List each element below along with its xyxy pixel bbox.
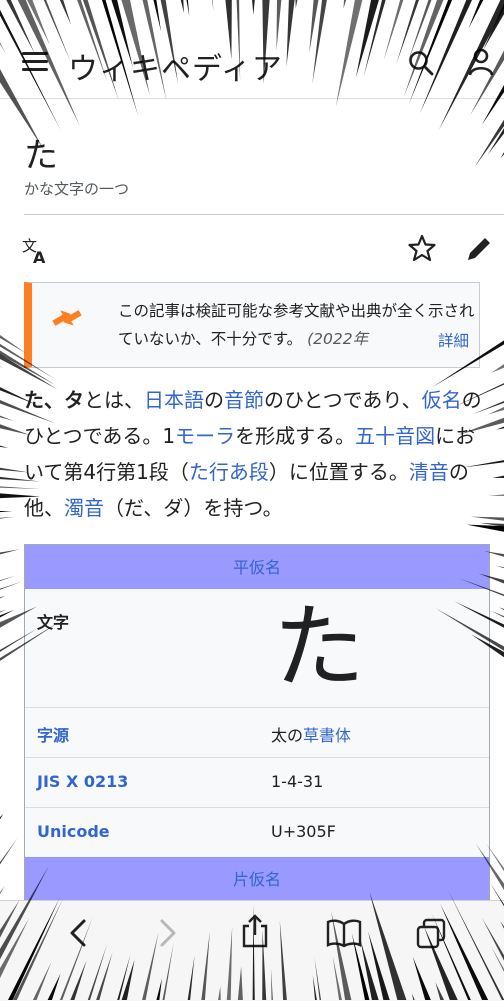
browser-toolbar bbox=[0, 900, 504, 1001]
speed-line bbox=[488, 494, 504, 496]
link-syllable[interactable]: 音節 bbox=[224, 388, 264, 412]
speed-line bbox=[491, 364, 504, 373]
notice-text: この記事は検証可能な参考文献や出典が全く示されていないか、不十分です。 bbox=[118, 302, 475, 348]
speed-line bbox=[0, 366, 4, 369]
lead-text: （だ、ダ）を持つ。 bbox=[104, 496, 283, 520]
user-icon[interactable] bbox=[468, 48, 494, 76]
speed-line bbox=[0, 581, 22, 590]
speed-line bbox=[0, 549, 20, 555]
infobox-label-link[interactable]: JIS X 0213 bbox=[37, 772, 128, 791]
header-bar: ウィキペディア bbox=[0, 0, 504, 99]
lead-text: とは、 bbox=[84, 388, 144, 412]
speed-line bbox=[0, 415, 14, 422]
lead-text: ）に位置する。 bbox=[268, 460, 409, 484]
svg-text:A: A bbox=[33, 248, 46, 264]
link-gojuon[interactable]: 五十音図 bbox=[355, 424, 435, 448]
speed-line bbox=[0, 813, 4, 820]
speed-line bbox=[490, 610, 504, 618]
infobox-label-link[interactable]: Unicode bbox=[37, 822, 110, 841]
infobox-value-link[interactable]: 草書体 bbox=[303, 726, 351, 745]
lead-text: の bbox=[204, 388, 224, 412]
speed-line bbox=[500, 152, 504, 159]
speed-line bbox=[474, 119, 504, 167]
infobox-label: 文字 bbox=[37, 613, 70, 632]
edit-icon[interactable] bbox=[464, 234, 494, 264]
link-mora[interactable]: モーラ bbox=[175, 424, 235, 448]
bookmarks-icon[interactable] bbox=[326, 917, 362, 949]
infobox-big-character: た bbox=[273, 594, 366, 701]
citation-notice: この記事は検証可能な参考文献や出典が全く示されていないか、不十分です。 (202… bbox=[24, 282, 480, 368]
infobox: 平仮名 文字 た 字源 太の草書体 JIS X 0213 1-4-31 Unic… bbox=[24, 544, 490, 944]
citation-needed-icon bbox=[52, 310, 82, 326]
speed-line bbox=[487, 128, 504, 155]
speed-line bbox=[496, 426, 504, 430]
infobox-row-origin: 字源 太の草書体 bbox=[25, 707, 489, 758]
speed-line bbox=[0, 517, 14, 519]
infobox-value: 太の草書体 bbox=[271, 722, 351, 746]
speed-line bbox=[0, 609, 15, 618]
title-divider bbox=[24, 214, 504, 215]
infobox-value: 1-4-31 bbox=[271, 772, 324, 791]
link-kana[interactable]: 仮名 bbox=[422, 388, 462, 412]
infobox-value-text: 太の bbox=[271, 726, 304, 745]
hamburger-menu-icon[interactable] bbox=[22, 52, 48, 72]
speed-line bbox=[466, 524, 504, 532]
infobox-label-link[interactable]: 字源 bbox=[37, 722, 69, 746]
infobox-header-hiragana[interactable]: 平仮名 bbox=[25, 545, 489, 589]
infobox-row-character: 文字 た bbox=[25, 589, 489, 708]
infobox-header-katakana[interactable]: 片仮名 bbox=[25, 857, 489, 901]
forward-icon[interactable] bbox=[154, 917, 182, 949]
speed-line bbox=[495, 565, 504, 569]
back-icon[interactable] bbox=[64, 917, 92, 949]
star-icon[interactable] bbox=[408, 234, 436, 262]
term-bold: た、タ bbox=[24, 388, 84, 412]
translate-icon[interactable]: 文 A bbox=[22, 236, 50, 264]
speed-line bbox=[499, 607, 504, 610]
link-dakuon[interactable]: 濁音 bbox=[64, 496, 104, 520]
page-title: た bbox=[24, 136, 58, 176]
infobox-row-unicode: Unicode U+305F bbox=[25, 807, 489, 857]
notice-details-link[interactable]: 詳細 bbox=[431, 329, 469, 351]
speed-line bbox=[0, 595, 6, 599]
tabs-icon[interactable] bbox=[414, 917, 448, 951]
lead-paragraph: た、タとは、日本語の音節のひとつであり、仮名のひとつである。1モーラを形成する。… bbox=[24, 382, 490, 526]
speed-line bbox=[0, 445, 9, 449]
link-ta-row[interactable]: た行あ段 bbox=[189, 460, 269, 484]
infobox-row-jis: JIS X 0213 1-4-31 bbox=[25, 757, 489, 808]
wikipedia-wordmark[interactable]: ウィキペディア bbox=[68, 44, 283, 88]
page-subtitle: かな文字の一つ bbox=[24, 180, 130, 198]
link-seion[interactable]: 清音 bbox=[409, 460, 449, 484]
speed-line bbox=[0, 609, 6, 613]
lead-text: のひとつであり、 bbox=[264, 388, 422, 412]
infobox-value: U+305F bbox=[271, 822, 336, 841]
speed-line bbox=[0, 334, 27, 354]
lead-text: を形成する。 bbox=[235, 424, 356, 448]
speed-line bbox=[0, 838, 18, 865]
notice-date: (2022年 bbox=[307, 330, 369, 348]
link-japanese[interactable]: 日本語 bbox=[144, 388, 204, 412]
search-icon[interactable] bbox=[408, 50, 434, 76]
speed-line bbox=[0, 510, 13, 513]
speed-line bbox=[492, 475, 504, 478]
share-icon[interactable] bbox=[240, 913, 270, 949]
speed-line bbox=[487, 407, 504, 415]
speed-line bbox=[0, 575, 16, 582]
